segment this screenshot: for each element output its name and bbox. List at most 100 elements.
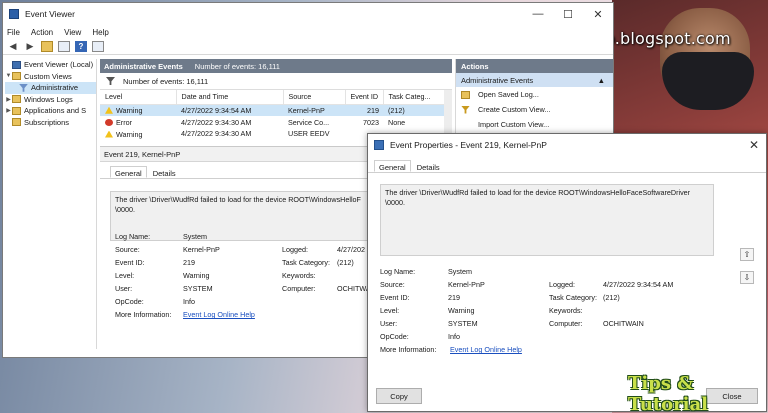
detail-tabs: General Details	[100, 162, 370, 179]
action-label: Open Saved Log...	[478, 90, 539, 99]
show-hide-tree-icon[interactable]	[58, 41, 70, 52]
action-open-saved-log[interactable]: Open Saved Log...	[456, 87, 613, 102]
copy-button[interactable]: Copy	[376, 388, 422, 404]
minimize-button[interactable]: —	[523, 8, 553, 20]
window-titlebar[interactable]: Event Viewer — ☐ ✕	[3, 3, 613, 25]
action-label: Import Custom View...	[478, 120, 550, 129]
dialog-tab-details[interactable]: Details	[412, 160, 445, 172]
action-create-custom-view[interactable]: Create Custom View...	[456, 102, 613, 117]
pane-header-title: Administrative Events	[104, 61, 183, 71]
label-task-category: Task Category:	[549, 293, 597, 302]
table-row[interactable]: Error 4/27/2022 9:34:30 AM Service Co...…	[100, 116, 452, 128]
error-icon	[105, 118, 113, 126]
actions-section-administrative[interactable]: Administrative Events ▲	[456, 73, 613, 87]
action-import-custom-view[interactable]: Import Custom View...	[456, 117, 613, 132]
dialog-close-icon[interactable]: ✕	[742, 138, 766, 152]
label-level: Level:	[115, 271, 135, 280]
tree-item-windows-logs[interactable]: ▶ Windows Logs	[5, 94, 96, 106]
label-opcode: OpCode:	[380, 332, 409, 341]
tree-item-applications-services[interactable]: ▶ Applications and S	[5, 105, 96, 117]
level-text: Warning	[116, 129, 143, 139]
label-opcode: OpCode:	[115, 297, 144, 306]
filter-icon	[106, 77, 115, 85]
label-logged: Logged:	[549, 280, 575, 289]
actions-section-label: Administrative Events	[461, 75, 534, 85]
event-log-online-help-link[interactable]: Event Log Online Help	[183, 310, 255, 319]
value-event-id: 219	[448, 293, 460, 302]
value-level: Warning	[448, 306, 475, 315]
event-detail-pane: Event 219, Kernel-PnP General Details Th…	[100, 146, 371, 349]
help-icon[interactable]: ?	[75, 41, 87, 52]
chevron-down-icon[interactable]: ▼	[5, 73, 12, 79]
cell-event-id: 7023	[363, 117, 379, 127]
label-more-info: More Information:	[115, 310, 172, 319]
event-count: Number of events: 16,111	[123, 76, 209, 86]
tree-item-custom-views[interactable]: ▼ Custom Views	[5, 71, 96, 83]
value-source: Kernel-PnP	[448, 280, 485, 289]
import-icon	[461, 121, 470, 129]
cell-date: 4/27/2022 9:34:30 AM	[181, 117, 252, 127]
close-button[interactable]: ✕	[583, 8, 613, 21]
value-task-category: (212)	[337, 258, 354, 267]
tree-item-label: Event Viewer (Local)	[24, 60, 94, 70]
cell-source: USER EEDV	[288, 129, 330, 138]
column-date-time[interactable]: Date and Time	[176, 90, 284, 105]
value-computer: OCHITWAIN	[603, 319, 644, 328]
warning-icon	[105, 106, 113, 114]
dialog-event-log-online-help-link[interactable]: Event Log Online Help	[450, 345, 522, 354]
value-level: Warning	[183, 271, 210, 280]
computer-icon	[12, 60, 21, 69]
column-task-category[interactable]: Task Categ...	[383, 90, 452, 105]
tree-item-subscriptions[interactable]: Subscriptions	[5, 117, 96, 129]
cell-source: Kernel-PnP	[283, 104, 345, 116]
value-log-name: System	[448, 267, 472, 276]
action-pane-icon[interactable]	[92, 41, 104, 52]
maximize-button[interactable]: ☐	[553, 8, 583, 21]
tree-item-administrative[interactable]: Administrative	[5, 82, 96, 94]
previous-event-button[interactable]: ⇧	[740, 248, 754, 261]
value-computer: OCHITWA	[337, 284, 371, 293]
label-computer: Computer:	[549, 319, 583, 328]
dialog-titlebar[interactable]: Event Properties - Event 219, Kernel-PnP…	[368, 134, 766, 156]
tab-details[interactable]: Details	[148, 166, 181, 178]
cell-level: Warning	[100, 104, 176, 116]
menu-view[interactable]: View	[64, 28, 81, 37]
cell-event-id: 219	[345, 104, 383, 116]
chevron-right-icon[interactable]: ▶	[5, 96, 12, 103]
dialog-tab-general[interactable]: General	[374, 160, 411, 172]
warning-icon	[105, 130, 113, 138]
column-level[interactable]: Level	[100, 90, 177, 105]
dialog-message-box[interactable]: The driver \Driver\WudfRd failed to load…	[380, 184, 714, 256]
forward-arrow-icon[interactable]: ▶	[24, 41, 36, 52]
menu-file[interactable]: File	[7, 28, 20, 37]
cell-date: 4/27/2022 9:34:54 AM	[176, 104, 283, 116]
pane-header-count: Number of events: 16,111	[194, 61, 280, 71]
back-arrow-icon[interactable]: ◀	[7, 41, 19, 52]
column-event-id[interactable]: Event ID	[345, 90, 384, 105]
label-keywords: Keywords:	[549, 306, 583, 315]
table-row[interactable]: Warning 4/27/2022 9:34:54 AM Kernel-PnP …	[100, 104, 452, 116]
value-source: Kernel-PnP	[183, 245, 220, 254]
menu-help[interactable]: Help	[92, 28, 108, 37]
chevron-right-icon[interactable]: ▶	[5, 107, 12, 114]
value-logged: 4/27/202	[337, 245, 365, 254]
folder-icon	[12, 95, 21, 104]
tree-item-event-viewer-local[interactable]: Event Viewer (Local)	[5, 59, 96, 71]
filter-icon	[19, 83, 28, 92]
tree-item-label: Applications and S	[24, 106, 87, 116]
label-event-id: Event ID:	[380, 293, 410, 302]
tab-general[interactable]: General	[110, 166, 147, 178]
chevron-up-icon[interactable]: ▲	[598, 76, 605, 85]
value-log-name: System	[183, 232, 207, 241]
dialog-tabs: General Details	[368, 156, 766, 173]
label-level: Level:	[380, 306, 400, 315]
cell-task: (212)	[383, 104, 452, 116]
next-event-button[interactable]: ⇩	[740, 271, 754, 284]
tree-item-label: Windows Logs	[24, 94, 73, 104]
filter-icon	[461, 105, 470, 114]
value-event-id: 219	[183, 258, 195, 267]
menu-action[interactable]: Action	[31, 28, 53, 37]
column-source[interactable]: Source	[283, 90, 346, 105]
folder-icon[interactable]	[41, 41, 53, 52]
value-user: SYSTEM	[183, 284, 213, 293]
